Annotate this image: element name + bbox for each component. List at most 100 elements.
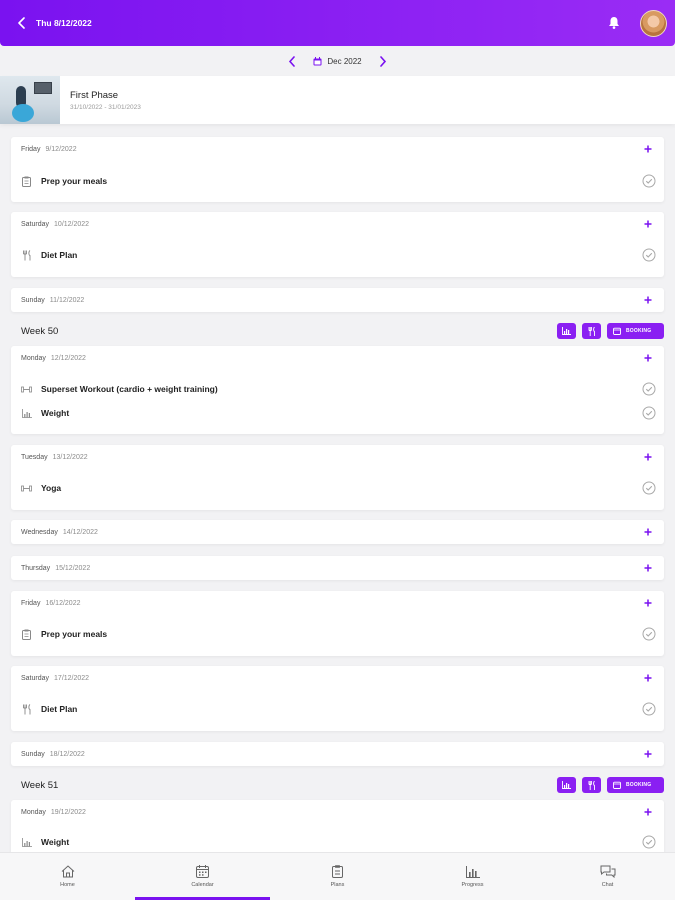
- prev-month-chevron-icon[interactable]: [285, 54, 299, 68]
- tab-progress[interactable]: Progress: [405, 853, 540, 900]
- next-month-chevron-icon[interactable]: [376, 54, 390, 68]
- day-name: Saturday: [21, 674, 50, 682]
- bar-chart-icon: [21, 837, 32, 848]
- day-card: Monday 19/12/2022 Weight: [11, 800, 664, 860]
- task-label: Diet Plan: [41, 704, 78, 714]
- task-label: Prep your meals: [41, 629, 108, 639]
- day-date: 18/12/2022: [49, 750, 85, 758]
- week-header: Week 50 BOOKING: [11, 322, 664, 340]
- avatar[interactable]: [640, 10, 667, 37]
- week-label: Week 51: [21, 779, 59, 791]
- cutlery-icon: [21, 703, 32, 715]
- task-label: Superset Workout (cardio + weight traini…: [41, 384, 218, 394]
- task-row[interactable]: Weight: [21, 405, 656, 421]
- day-date: 17/12/2022: [54, 674, 90, 682]
- phase-card[interactable]: First Phase 31/10/2022 - 31/01/2023: [0, 76, 675, 124]
- meal-button[interactable]: [582, 777, 601, 793]
- month-label: Dec 2022: [327, 56, 362, 66]
- add-icon[interactable]: [642, 526, 654, 538]
- tab-label: Home: [60, 882, 75, 888]
- add-icon[interactable]: [642, 748, 654, 760]
- task-row[interactable]: Diet Plan: [21, 247, 656, 263]
- phase-title: First Phase: [70, 89, 119, 101]
- tab-home[interactable]: Home: [0, 853, 135, 900]
- add-icon[interactable]: [642, 294, 654, 306]
- add-icon[interactable]: [642, 672, 654, 684]
- booking-label: BOOKING: [626, 782, 652, 788]
- calendar-icon: [196, 865, 209, 878]
- cutlery-icon: [588, 780, 595, 790]
- tab-chat[interactable]: Chat: [540, 853, 675, 900]
- tab-label: Calendar: [191, 882, 214, 888]
- bar-chart-icon: [465, 865, 480, 878]
- day-name: Wednesday: [21, 528, 58, 536]
- calendar-icon: [613, 781, 621, 789]
- tab-calendar[interactable]: Calendar: [135, 853, 270, 900]
- add-icon[interactable]: [642, 562, 654, 574]
- check-circle-icon[interactable]: [642, 248, 656, 262]
- task-label: Weight: [41, 408, 70, 418]
- bell-icon[interactable]: [606, 15, 622, 31]
- progress-button[interactable]: [557, 323, 576, 339]
- add-icon[interactable]: [642, 218, 654, 230]
- day-date: 16/12/2022: [45, 599, 81, 607]
- day-card: Saturday 10/12/2022 Diet Plan: [11, 212, 664, 277]
- booking-label: BOOKING: [626, 328, 652, 334]
- chevron-left-icon[interactable]: [13, 15, 29, 31]
- home-icon: [61, 865, 74, 878]
- tab-plans[interactable]: Plans: [270, 853, 405, 900]
- day-name: Tuesday: [21, 453, 48, 461]
- task-row[interactable]: Weight: [21, 834, 656, 850]
- day-card: Friday 16/12/2022 Prep your meals: [11, 591, 664, 656]
- day-date: 15/12/2022: [55, 564, 91, 572]
- task-label: Weight: [41, 837, 70, 847]
- page-title: Thu 8/12/2022: [36, 18, 92, 28]
- add-icon[interactable]: [642, 352, 654, 364]
- chat-icon: [600, 865, 615, 878]
- day-date: 19/12/2022: [50, 808, 86, 816]
- task-row[interactable]: Prep your meals: [21, 626, 656, 642]
- day-name: Saturday: [21, 220, 50, 228]
- booking-button[interactable]: BOOKING: [607, 323, 664, 339]
- check-circle-icon[interactable]: [642, 835, 656, 849]
- task-row[interactable]: Yoga: [21, 480, 656, 496]
- check-circle-icon[interactable]: [642, 406, 656, 420]
- check-circle-icon[interactable]: [642, 382, 656, 396]
- task-row[interactable]: Superset Workout (cardio + weight traini…: [21, 381, 656, 397]
- check-circle-icon[interactable]: [642, 627, 656, 641]
- day-card: Tuesday 13/12/2022 Yoga: [11, 445, 664, 510]
- bar-chart-icon: [562, 327, 571, 335]
- cutlery-icon: [21, 249, 32, 261]
- day-name: Friday: [21, 145, 41, 153]
- booking-button[interactable]: BOOKING: [607, 777, 664, 793]
- tab-label: Progress: [461, 881, 484, 888]
- day-date: 12/12/2022: [50, 354, 86, 362]
- clipboard-icon: [332, 865, 343, 878]
- add-icon[interactable]: [642, 597, 654, 609]
- month-picker[interactable]: Dec 2022: [313, 56, 362, 66]
- day-date: 10/12/2022: [54, 220, 90, 228]
- clipboard-icon: [21, 629, 32, 640]
- check-circle-icon[interactable]: [642, 174, 656, 188]
- phase-thumbnail: [0, 76, 60, 124]
- check-circle-icon[interactable]: [642, 702, 656, 716]
- task-row[interactable]: Prep your meals: [21, 173, 656, 189]
- task-row[interactable]: Diet Plan: [21, 701, 656, 717]
- week-label: Week 50: [21, 325, 59, 337]
- week-header: Week 51 BOOKING: [11, 776, 664, 794]
- check-circle-icon[interactable]: [642, 481, 656, 495]
- day-card: Sunday 11/12/2022: [11, 288, 664, 312]
- progress-button[interactable]: [557, 777, 576, 793]
- meal-button[interactable]: [582, 323, 601, 339]
- tab-label: Plans: [330, 882, 345, 888]
- bar-chart-icon: [562, 781, 571, 789]
- dumbbell-icon: [21, 384, 32, 395]
- day-card: Thursday 15/12/2022: [11, 556, 664, 580]
- add-icon[interactable]: [642, 451, 654, 463]
- add-icon[interactable]: [642, 143, 654, 155]
- day-date: 11/12/2022: [49, 296, 85, 304]
- day-name: Monday: [21, 354, 46, 362]
- add-icon[interactable]: [642, 806, 654, 818]
- day-date: 9/12/2022: [45, 145, 77, 153]
- calendar-icon: [313, 56, 322, 65]
